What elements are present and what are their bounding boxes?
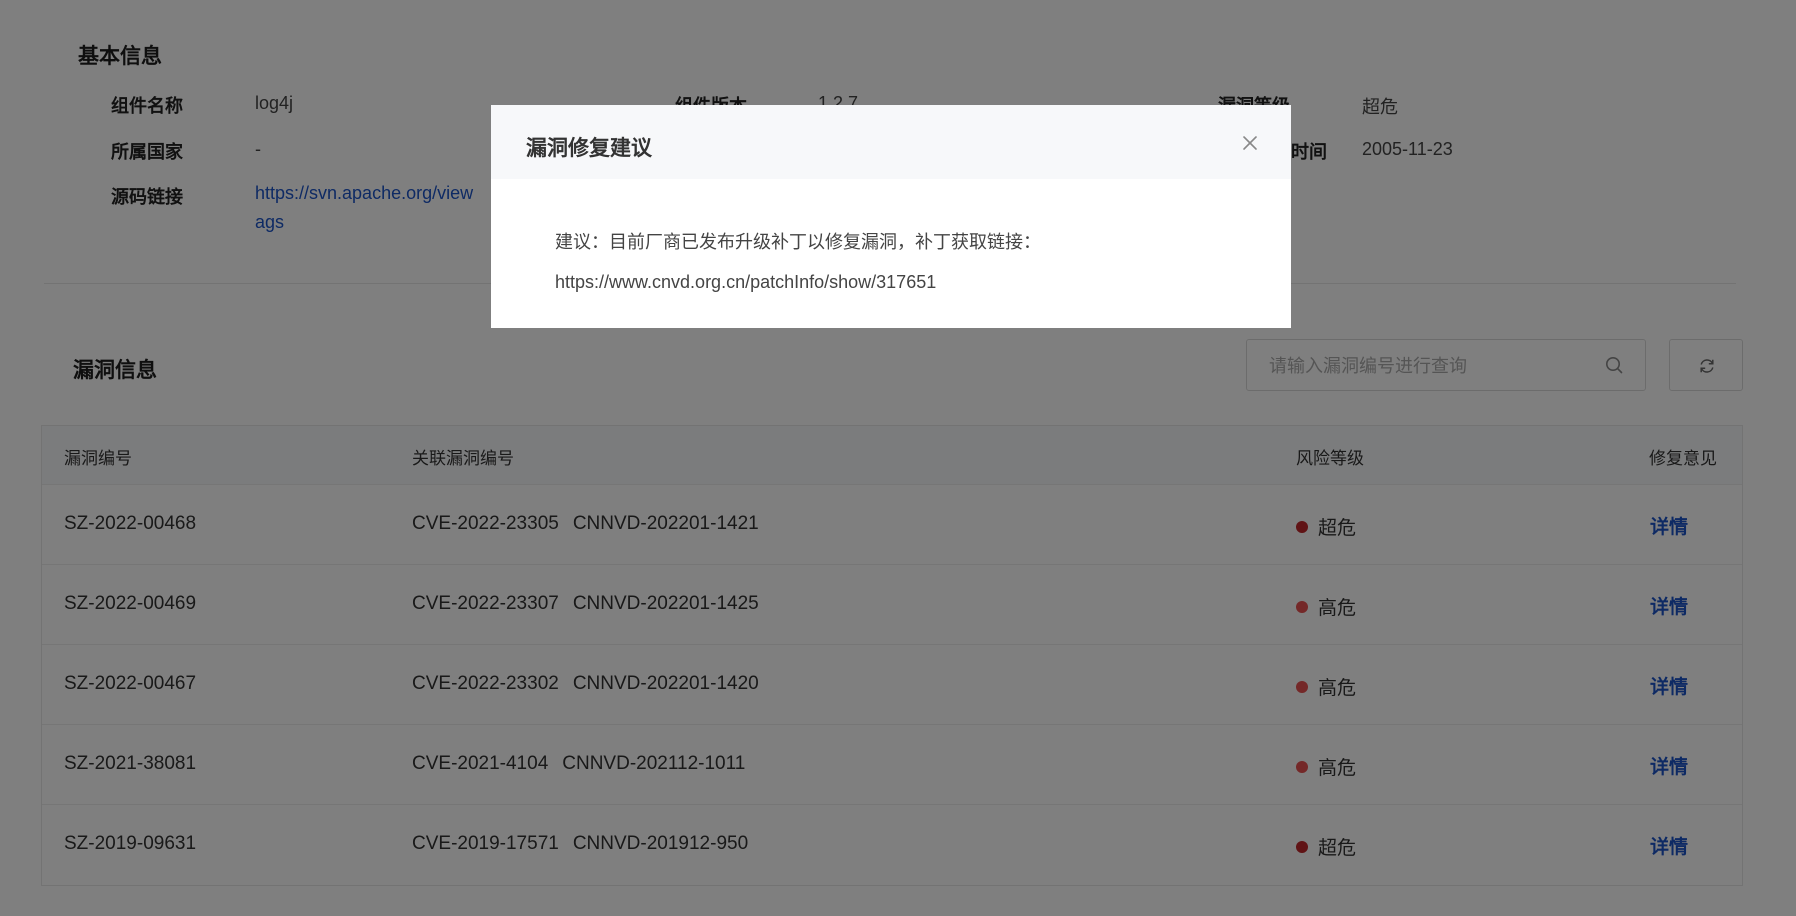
- modal-suggestion-text: 建议：目前厂商已发布升级补丁以修复漏洞，补丁获取链接：: [555, 232, 1041, 252]
- modal-header: 漏洞修复建议: [491, 105, 1291, 179]
- modal-title: 漏洞修复建议: [526, 137, 652, 160]
- close-icon[interactable]: [1238, 131, 1262, 155]
- fix-suggestion-modal: 漏洞修复建议 建议：目前厂商已发布升级补丁以修复漏洞，补丁获取链接： https…: [491, 105, 1291, 328]
- modal-patch-link[interactable]: https://www.cnvd.org.cn/patchInfo/show/3…: [555, 272, 936, 293]
